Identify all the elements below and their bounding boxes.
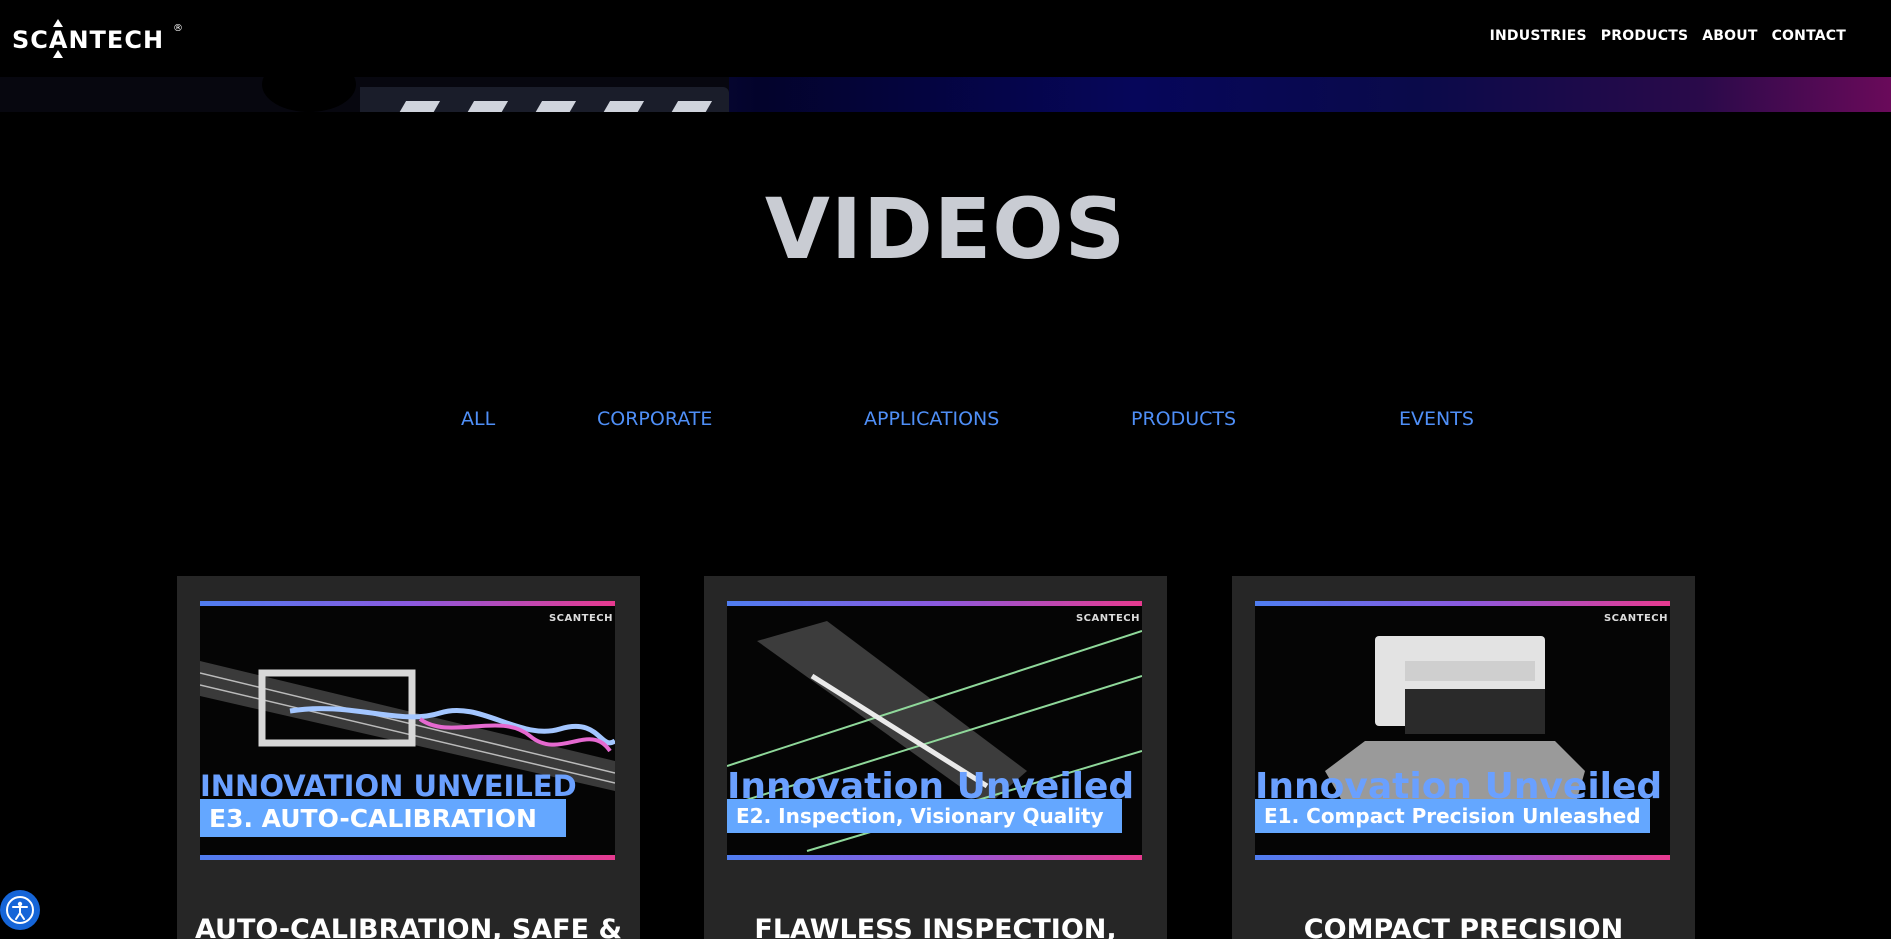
logo-wordmark: SCANTECH xyxy=(12,26,165,54)
hero-stripe xyxy=(597,101,645,112)
hero-stripe xyxy=(461,101,509,112)
video-title[interactable]: COMPACT PRECISION xyxy=(1232,914,1695,939)
hero-stripe xyxy=(393,101,441,112)
hero-banner xyxy=(0,77,1891,112)
logo-registered-mark: ® xyxy=(173,23,183,34)
nav-about[interactable]: ABOUT xyxy=(1702,28,1757,44)
video-thumbnail[interactable]: SCANTECH INNOVATION UNVEILED E3. AUTO-CA… xyxy=(200,601,615,860)
video-title[interactable]: FLAWLESS INSPECTION, xyxy=(704,914,1167,939)
video-title[interactable]: AUTO-CALIBRATION, SAFE & xyxy=(177,914,640,939)
thumbnail-gradient-bar xyxy=(727,855,1142,860)
nav-contact[interactable]: CONTACT xyxy=(1772,28,1846,44)
video-thumbnail[interactable]: SCANTECH Innovation Unveiled E1. Compact… xyxy=(1255,601,1670,860)
thumbnail-headline: INNOVATION UNVEILED xyxy=(200,769,577,803)
page-title: VIDEOS xyxy=(764,180,1127,278)
tab-applications[interactable]: APPLICATIONS xyxy=(864,408,999,430)
video-card[interactable]: SCANTECH INNOVATION UNVEILED E3. AUTO-CA… xyxy=(177,576,640,939)
thumbnail-brand: SCANTECH xyxy=(548,613,613,624)
main-nav: INDUSTRIES PRODUCTS ABOUT CONTACT xyxy=(1490,28,1846,44)
scantech-logo[interactable]: SCANTECH ® xyxy=(12,19,183,58)
thumbnail-gradient-bar xyxy=(1255,855,1670,860)
tab-all[interactable]: ALL xyxy=(461,408,495,430)
accessibility-button[interactable] xyxy=(0,890,40,930)
tab-products[interactable]: PRODUCTS xyxy=(1131,408,1236,430)
thumbnail-episode: E1. Compact Precision Unleashed xyxy=(1255,799,1650,833)
site-header: SCANTECH ® INDUSTRIES PRODUCTS ABOUT CON… xyxy=(0,0,1891,77)
thumbnail-episode: E3. AUTO-CALIBRATION xyxy=(200,799,566,837)
video-card[interactable]: SCANTECH Innovation Unveiled E1. Compact… xyxy=(1232,576,1695,939)
accessibility-icon xyxy=(6,896,34,924)
hero-panel xyxy=(360,87,729,112)
tab-corporate[interactable]: CORPORATE xyxy=(597,408,712,430)
nav-products[interactable]: PRODUCTS xyxy=(1601,28,1688,44)
thumbnail-gradient-bar xyxy=(200,855,615,860)
nav-industries[interactable]: INDUSTRIES xyxy=(1490,28,1587,44)
video-card[interactable]: SCANTECH Innovation Unveiled E2. Inspect… xyxy=(704,576,1167,939)
thumbnail-episode: E2. Inspection, Visionary Quality xyxy=(727,799,1122,833)
thumbnail-brand: SCANTECH xyxy=(1603,613,1668,624)
logo-mark-bottom xyxy=(53,50,63,58)
video-thumbnail[interactable]: SCANTECH Innovation Unveiled E2. Inspect… xyxy=(727,601,1142,860)
hero-stripe xyxy=(665,101,713,112)
thumbnail-brand: SCANTECH xyxy=(1075,613,1140,624)
tab-events[interactable]: EVENTS xyxy=(1399,408,1474,430)
hero-stripe xyxy=(529,101,577,112)
